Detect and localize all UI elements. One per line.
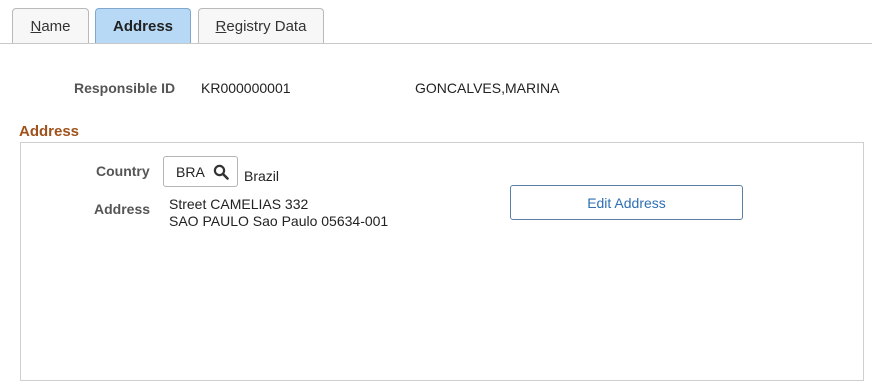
tab-address-label: Address	[112, 17, 174, 35]
tab-name-label: Name	[30, 17, 71, 35]
responsible-id-value: KR000000001	[201, 80, 291, 96]
country-input[interactable]: BRA	[163, 156, 238, 187]
tab-registry-data[interactable]: Registry Data	[198, 8, 324, 43]
country-label: Country	[96, 163, 150, 179]
search-icon[interactable]	[213, 164, 229, 180]
address-label: Address	[94, 201, 151, 217]
address-line-1: Street CAMELIAS 332	[169, 196, 309, 212]
tab-registry-data-label: Registry Data	[215, 17, 307, 35]
responsible-name: GONCALVES,MARINA	[415, 80, 560, 96]
tab-name[interactable]: Name	[12, 8, 89, 43]
responsible-id-label: Responsible ID	[74, 80, 176, 96]
page: Name Address Registry Data Responsible I…	[0, 0, 872, 390]
country-name: Brazil	[244, 168, 280, 184]
address-section-title: Address	[19, 123, 80, 140]
tab-address[interactable]: Address	[95, 8, 191, 43]
tab-bar: Name Address Registry Data	[0, 0, 872, 44]
address-line-2: SAO PAULO Sao Paulo 05634-001	[169, 213, 389, 229]
edit-address-button-label: Edit Address	[587, 194, 666, 211]
country-code-value: BRA	[176, 163, 205, 180]
edit-address-button[interactable]: Edit Address	[510, 185, 743, 220]
